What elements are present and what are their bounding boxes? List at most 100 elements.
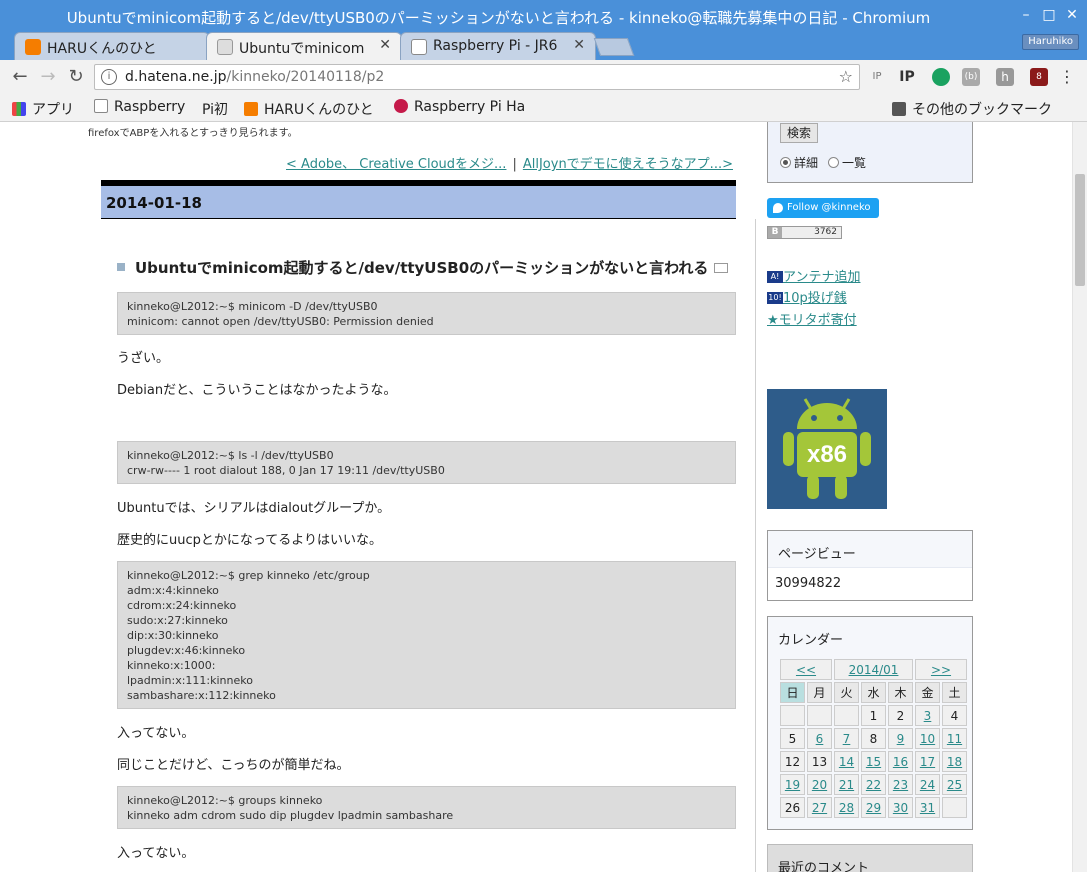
calendar-day[interactable]: 28	[834, 797, 859, 818]
calendar-box: カレンダー << 2014/01 >> 日月火水木金土 1 2 3 4 5 6 7 8 9 10 1…	[767, 616, 973, 830]
ip-bold-extension-icon[interactable]: IP	[898, 68, 916, 86]
browser-toolbar: ← → ↻ i d.hatena.ne.jp/kinneko/20140118/…	[0, 60, 1087, 94]
calendar-day: 13	[807, 751, 832, 772]
url-text[interactable]: d.hatena.ne.jp/kinneko/20140118/p2	[125, 69, 384, 85]
tab-label: Raspberry Pi - JR6	[433, 38, 558, 54]
tip-link[interactable]: 10!10p投げ銭	[767, 287, 847, 306]
mail-icon[interactable]	[714, 263, 729, 273]
evernote-extension-icon[interactable]	[932, 68, 950, 86]
calendar-day[interactable]: 6	[807, 728, 832, 749]
menu-kebab-icon[interactable]: ⋮	[1058, 68, 1076, 86]
calendar-day[interactable]: 7	[834, 728, 859, 749]
antenna-add-link[interactable]: A! アンテナ追加	[767, 266, 860, 285]
calendar-day[interactable]: 29	[861, 797, 886, 818]
calendar-day[interactable]: 31	[915, 797, 940, 818]
calendar-weekday: 金	[915, 682, 940, 703]
calendar-day[interactable]: 3	[915, 705, 940, 726]
bookmark-raspberry[interactable]: Raspberry	[94, 99, 185, 115]
moritapo-link[interactable]: ★モリタポ寄付	[767, 309, 857, 328]
radio-detail[interactable]: 詳細	[780, 154, 818, 171]
entry-navigation: < Adobe、 Creative Cloudをメジ... | AllJoynでデモ…	[286, 157, 733, 172]
radio-list[interactable]: 一覧	[828, 154, 866, 171]
calendar-day: 8	[861, 728, 886, 749]
hatena-extension-icon[interactable]: h	[996, 68, 1014, 86]
hatena-bookmark-extension-icon[interactable]: (b)	[962, 68, 980, 86]
calendar-next-link[interactable]: >>	[915, 659, 967, 680]
calendar-day[interactable]: 19	[780, 774, 805, 795]
bookmark-haru[interactable]: HARUくんのひと	[244, 99, 384, 119]
calendar-day[interactable]: 25	[942, 774, 967, 795]
close-window-button[interactable]: ✕	[1063, 6, 1081, 24]
new-tab-button[interactable]	[593, 38, 635, 56]
apps-bookmark[interactable]: アプリ	[12, 99, 74, 119]
entry-date[interactable]: 2014-01-18	[106, 194, 202, 212]
antenna-badge-icon: A!	[767, 271, 783, 283]
window-titlebar: Ubuntuでminicom起動すると/dev/ttyUSB0のパーミッションが…	[0, 0, 1087, 32]
bookmark-pi[interactable]: Pi初	[202, 99, 228, 119]
info-icon[interactable]: i	[101, 69, 117, 85]
raspberry-icon	[394, 99, 408, 113]
other-bookmarks[interactable]: その他のブックマーク	[892, 99, 1052, 119]
calendar-title: カレンダー	[778, 633, 844, 648]
calendar-day[interactable]: 17	[915, 751, 940, 772]
ublock-extension-icon[interactable]: 8	[1030, 68, 1048, 86]
calendar-day[interactable]: 24	[915, 774, 940, 795]
pageview-title: ページビュー	[778, 547, 856, 562]
reload-icon[interactable]: ↻	[64, 65, 88, 89]
calendar-empty-cell	[942, 797, 967, 818]
hatena-b-icon: B	[768, 227, 782, 238]
calendar-day[interactable]: 20	[807, 774, 832, 795]
recent-comments-title: 最近のコメント	[778, 861, 870, 872]
calendar-day[interactable]: 10	[915, 728, 940, 749]
calendar-day[interactable]: 27	[807, 797, 832, 818]
10p-badge-icon: 10!	[767, 292, 783, 304]
calendar-day[interactable]: 11	[942, 728, 967, 749]
profile-button[interactable]: Haruhiko	[1022, 34, 1079, 50]
bookmark-raspberry-pi-ha[interactable]: Raspberry Pi Ha	[394, 99, 530, 115]
android-x86-banner[interactable]: x86	[767, 389, 887, 509]
tab-haru[interactable]: HARUくんのひと	[14, 32, 210, 60]
scrollbar-thumb[interactable]	[1075, 174, 1085, 286]
page-icon	[411, 39, 427, 55]
bookmark-count: 3762	[814, 227, 837, 237]
address-bar[interactable]: i d.hatena.ne.jp/kinneko/20140118/p2 ☆	[94, 64, 860, 90]
blogger-icon	[25, 39, 41, 55]
hatena-bookmark-counter[interactable]: B 3762	[767, 226, 842, 239]
calendar-weekday: 土	[942, 682, 967, 703]
page-viewport: firefoxでABPを入れるとすっきり見られます。 < Adobe、 Crea…	[0, 122, 1072, 872]
calendar-day[interactable]: 16	[888, 751, 913, 772]
calendar-day[interactable]: 14	[834, 751, 859, 772]
page-icon	[94, 99, 108, 113]
calendar-day[interactable]: 23	[888, 774, 913, 795]
calendar-month-link[interactable]: 2014/01	[834, 659, 913, 680]
calendar-day[interactable]: 9	[888, 728, 913, 749]
calendar-prev-link[interactable]: <<	[780, 659, 832, 680]
android-x86-label: x86	[806, 441, 848, 468]
calendar-weekday: 日	[780, 682, 805, 703]
maximize-button[interactable]: □	[1040, 6, 1058, 24]
twitter-follow-button[interactable]: Follow @kinneko	[767, 198, 879, 218]
close-icon[interactable]: ✕	[379, 37, 391, 53]
page-scrollbar[interactable]	[1072, 122, 1087, 872]
next-entry-link[interactable]: AllJoynでデモに使えそうなアプ...>	[523, 157, 733, 172]
calendar-day[interactable]: 18	[942, 751, 967, 772]
calendar-day[interactable]: 30	[888, 797, 913, 818]
minimize-button[interactable]: –	[1017, 6, 1035, 24]
tab-raspberry-pi[interactable]: Raspberry Pi - JR6 ✕	[400, 32, 596, 60]
calendar-empty-cell	[780, 705, 805, 726]
tab-ubuntu-minicom[interactable]: Ubuntuでminicom ✕	[206, 32, 402, 60]
search-button[interactable]: 検索	[780, 123, 818, 143]
calendar-day[interactable]: 21	[834, 774, 859, 795]
previous-entry-link[interactable]: < Adobe、 Creative Cloudをメジ...	[286, 157, 506, 172]
close-icon[interactable]: ✕	[573, 37, 585, 53]
window-title: Ubuntuでminicom起動すると/dev/ttyUSB0のパーミッションが…	[66, 9, 931, 27]
back-arrow-icon[interactable]: ←	[8, 65, 32, 89]
ip-extension-icon[interactable]: IP	[868, 68, 886, 86]
tab-label: Ubuntuでminicom	[239, 41, 365, 57]
forward-arrow-icon[interactable]: →	[36, 65, 60, 89]
bookmark-star-icon[interactable]: ☆	[839, 67, 853, 86]
calendar-day[interactable]: 22	[861, 774, 886, 795]
calendar-day[interactable]: 15	[861, 751, 886, 772]
folder-icon	[892, 102, 906, 116]
calendar-day: 5	[780, 728, 805, 749]
